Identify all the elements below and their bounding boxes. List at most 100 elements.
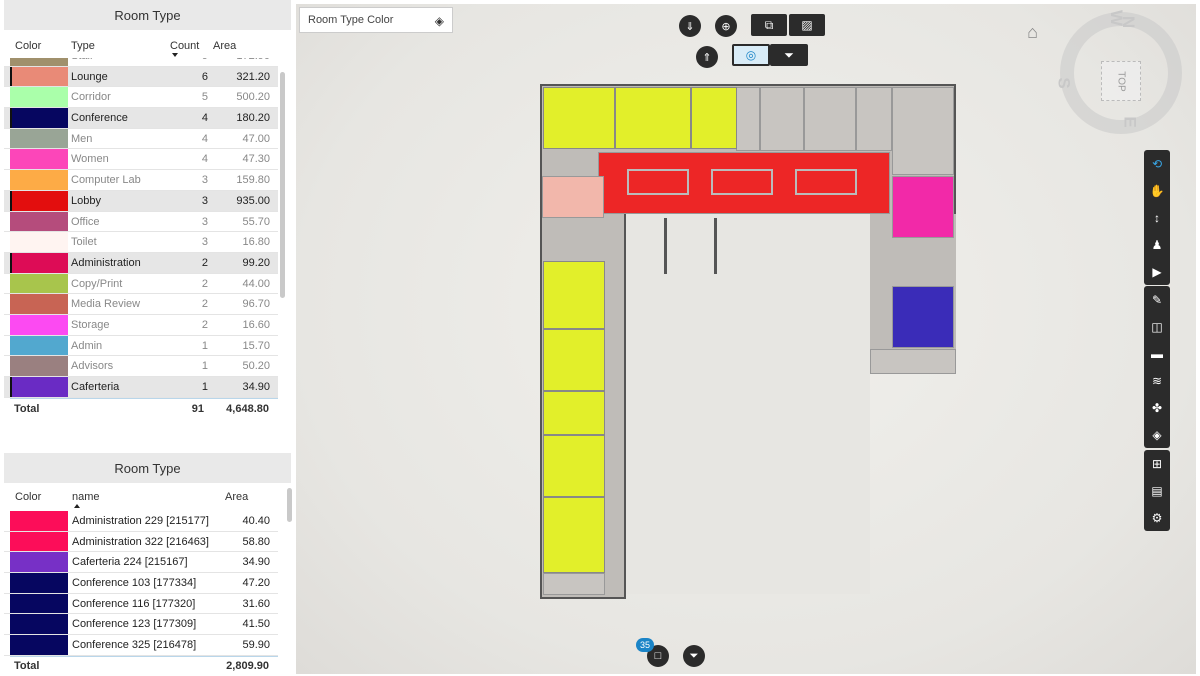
properties-icon[interactable]: ▤ xyxy=(1144,477,1170,504)
count-cell: 2 xyxy=(201,318,208,331)
compass-north: N xyxy=(1119,15,1139,29)
filter-button[interactable]: ⏷ xyxy=(770,44,808,66)
model-tree-icon[interactable]: ⊞ xyxy=(1144,450,1170,477)
type-cell: Women xyxy=(71,153,109,166)
measure-icon[interactable]: ✎ xyxy=(1144,286,1170,313)
view-cube-top[interactable]: TOP xyxy=(1101,61,1141,101)
room-yellow[interactable] xyxy=(543,497,605,573)
color-swatch xyxy=(10,149,68,170)
color-swatch xyxy=(10,190,68,211)
level-up-button[interactable]: ⇑ xyxy=(696,46,718,68)
list-item[interactable]: Office 3 55.70 xyxy=(4,211,278,233)
zoom-icon[interactable]: ↕ xyxy=(1144,204,1170,231)
color-swatch xyxy=(10,314,68,335)
list-item[interactable]: Administration 322 [216463] 58.80 xyxy=(4,531,278,553)
area-cell: 500.20 xyxy=(236,91,270,104)
list-item[interactable]: Conference 123 [177309] 41.50 xyxy=(4,614,278,636)
column-header-name[interactable]: name xyxy=(72,491,100,503)
room-lounge[interactable] xyxy=(542,176,604,218)
column-header-area[interactable]: Area xyxy=(213,40,236,52)
column-header-count[interactable]: Count xyxy=(170,40,199,52)
focus-target-button[interactable]: ⊕ xyxy=(715,15,737,37)
list-item[interactable]: Administration 2 99.20 xyxy=(4,252,278,274)
type-cell: Administration xyxy=(71,256,141,269)
scrollbar[interactable] xyxy=(280,72,285,298)
list-item[interactable]: Lounge 6 321.20 xyxy=(4,66,278,88)
room-yellow[interactable] xyxy=(543,87,615,149)
list-item[interactable]: Administration 229 [215177] 40.40 xyxy=(4,511,278,532)
list-item[interactable]: Lobby 3 935.00 xyxy=(4,190,278,212)
level-down-button[interactable]: ⇓ xyxy=(679,15,701,37)
area-cell: 15.70 xyxy=(242,339,270,352)
cube-icon[interactable]: ◈ xyxy=(1144,421,1170,448)
room-yellow[interactable] xyxy=(691,87,737,149)
list-item[interactable]: Conference 116 [177320] 31.60 xyxy=(4,593,278,615)
list-item[interactable]: Caferteria 1 34.90 xyxy=(4,377,278,398)
room-yellow[interactable] xyxy=(543,261,605,329)
list-item[interactable]: Toilet 3 16.80 xyxy=(4,232,278,253)
area-cell: 31.60 xyxy=(242,597,270,610)
room-yellow[interactable] xyxy=(543,329,605,391)
column-header-type[interactable]: Type xyxy=(71,40,95,52)
view-cube-compass[interactable]: W N S E TOP xyxy=(1055,10,1182,134)
list-item[interactable]: Stair 9 172.90 xyxy=(4,58,278,67)
hatch-toggle-button[interactable]: ▨ xyxy=(789,14,825,36)
area-cell: 34.90 xyxy=(242,381,270,393)
name-cell: Conference 116 [177320] xyxy=(72,597,196,610)
folder-icon[interactable]: ▬ xyxy=(1144,340,1170,367)
section-icon[interactable]: ◫ xyxy=(1144,313,1170,340)
model-viewer[interactable]: Room Type Color ◈ ⇓ ⊕ ⧉ ▨ ⇑ ◎ ⏷ ⌂ W N S … xyxy=(296,4,1196,674)
color-swatch xyxy=(10,511,68,531)
count-cell: 4 xyxy=(201,112,208,125)
total-label: Total xyxy=(14,403,40,415)
list-item[interactable]: Copy/Print 2 44.00 xyxy=(4,273,278,295)
clear-filter-button[interactable]: ⏷ xyxy=(683,645,705,667)
room-yellow[interactable] xyxy=(615,87,691,149)
layers-icon[interactable]: ≋ xyxy=(1144,367,1170,394)
column-header-color[interactable]: Color xyxy=(15,491,41,503)
list-item[interactable]: Conference 325 [216478] 59.90 xyxy=(4,635,278,656)
list-item[interactable]: Women 4 47.30 xyxy=(4,149,278,171)
room-conference[interactable] xyxy=(892,286,954,348)
orbit-icon[interactable]: ⟲ xyxy=(1144,150,1170,177)
walk-person-icon[interactable]: ♟ xyxy=(1144,231,1170,258)
count-cell: 4 xyxy=(201,153,208,166)
gear-icon[interactable]: ⚙ xyxy=(1144,504,1170,531)
color-swatch xyxy=(10,377,68,397)
color-swatch xyxy=(10,58,68,66)
list-item[interactable]: Admin 1 15.70 xyxy=(4,335,278,357)
list-item[interactable]: Corridor 5 500.20 xyxy=(4,87,278,109)
list-item[interactable]: Conference 103 [177334] 47.20 xyxy=(4,573,278,594)
color-scheme-dropdown[interactable]: Room Type Color ◈ xyxy=(299,7,453,33)
color-swatch xyxy=(10,273,68,294)
column-header-color[interactable]: Color xyxy=(15,40,41,52)
isolate-button[interactable]: ◎ xyxy=(732,44,770,66)
count-cell: 1 xyxy=(201,381,208,393)
count-cell: 4 xyxy=(201,132,208,145)
room-yellow[interactable] xyxy=(543,435,605,497)
room-yellow[interactable] xyxy=(543,391,605,435)
list-item[interactable]: Conference 4 180.20 xyxy=(4,108,278,129)
home-icon[interactable]: ⌂ xyxy=(1027,22,1038,43)
floor-plan[interactable] xyxy=(540,84,960,599)
type-cell: Lobby xyxy=(71,194,101,207)
color-swatch xyxy=(10,356,68,376)
camera-icon[interactable]: ▶ xyxy=(1144,258,1170,285)
name-cell: Administration 229 [215177] xyxy=(72,515,209,527)
room-women[interactable] xyxy=(892,176,954,238)
list-item[interactable]: Computer Lab 3 159.80 xyxy=(4,170,278,191)
list-item[interactable]: Caferteria 224 [215167] 34.90 xyxy=(4,552,278,574)
scrollbar[interactable] xyxy=(287,488,292,522)
area-cell: 16.60 xyxy=(242,318,270,331)
color-swatch xyxy=(10,552,68,573)
room-lobby[interactable] xyxy=(598,152,890,214)
list-item[interactable]: Media Review 2 96.70 xyxy=(4,294,278,315)
column-header-area[interactable]: Area xyxy=(225,491,248,503)
list-item[interactable]: Storage 2 16.60 xyxy=(4,314,278,336)
section-box-button[interactable]: ⧉ xyxy=(751,14,787,36)
pan-hand-icon[interactable]: ✋ xyxy=(1144,177,1170,204)
list-item[interactable]: Advisors 1 50.20 xyxy=(4,356,278,377)
explode-icon[interactable]: ✤ xyxy=(1144,394,1170,421)
list-item[interactable]: Men 4 47.00 xyxy=(4,128,278,150)
compass-east: E xyxy=(1120,116,1140,128)
